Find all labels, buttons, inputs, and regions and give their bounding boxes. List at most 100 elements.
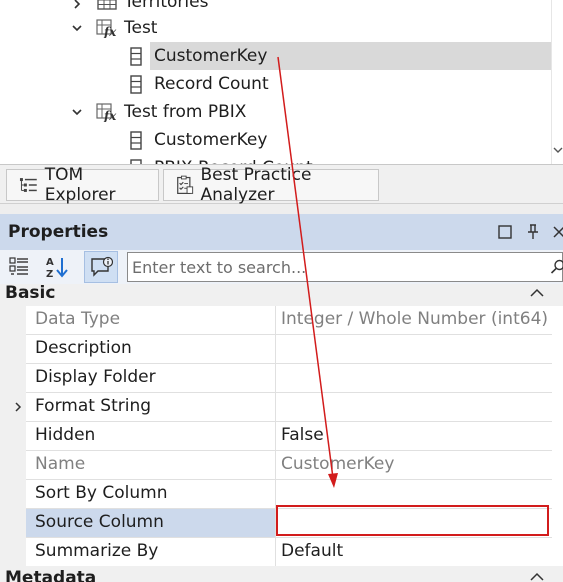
property-value-cell[interactable] — [276, 364, 552, 393]
property-name: Hidden — [35, 425, 96, 445]
row-gutter — [0, 306, 26, 335]
annotation-highlight-box — [276, 505, 549, 536]
pin-icon[interactable] — [524, 223, 542, 241]
tree-list-icon — [19, 178, 37, 192]
panel-tab-bar: TOM Explorer Best Practice Analyzer — [0, 164, 563, 205]
checklist-icon — [177, 175, 194, 194]
property-name: Display Folder — [35, 367, 156, 387]
property-name: Data Type — [35, 309, 121, 329]
tom-explorer-tree[interactable]: Territories fx Test CustomerKey Record C… — [0, 0, 563, 164]
tab-label: TOM Explorer — [44, 165, 116, 205]
property-row-name[interactable]: Name CustomerKey — [0, 451, 563, 480]
property-value-cell[interactable] — [276, 393, 552, 422]
properties-toolbar: AZ — [0, 250, 563, 284]
tab-label: Best Practice Analyzer — [200, 165, 312, 205]
svg-text:A: A — [46, 257, 54, 268]
property-value: False — [281, 425, 324, 445]
tree-item-label: Territories — [124, 0, 209, 12]
tree-item-label: CustomerKey — [154, 46, 268, 66]
close-icon[interactable] — [550, 223, 563, 241]
property-name-cell: Hidden — [26, 422, 276, 451]
categorized-icon — [9, 257, 28, 275]
tree-item-test[interactable]: fx Test — [0, 14, 551, 42]
property-name-cell: Data Type — [26, 306, 276, 335]
property-value: CustomerKey — [281, 454, 395, 474]
comment-info-icon — [91, 256, 113, 277]
chevron-up-icon[interactable] — [529, 286, 545, 300]
property-name: Description — [35, 338, 132, 358]
table-icon — [97, 0, 117, 10]
alphabetical-button[interactable]: AZ — [40, 251, 74, 283]
row-gutter — [0, 509, 26, 538]
property-value-cell[interactable]: False — [276, 422, 552, 451]
property-name: Summarize By — [35, 541, 159, 561]
row-gutter — [0, 480, 26, 509]
tree-scrollbar[interactable] — [551, 0, 563, 164]
property-row-description[interactable]: Description — [0, 335, 563, 364]
property-name: Name — [35, 454, 86, 474]
search-input[interactable] — [132, 256, 532, 278]
property-name-cell: Format String — [26, 393, 276, 422]
tree-item-label: Record Count — [154, 74, 269, 94]
tree-item-label: Test from PBIX — [124, 102, 247, 122]
property-name: Format String — [35, 396, 152, 416]
chevron-up-icon[interactable] — [529, 570, 545, 582]
property-value: Integer / Whole Number (int64) — [281, 309, 549, 329]
property-name-cell: Name — [26, 451, 276, 480]
category-label: Metadata — [5, 568, 97, 582]
category-metadata[interactable]: Metadata — [0, 566, 563, 582]
row-gutter — [0, 422, 26, 451]
categorized-button[interactable] — [2, 251, 36, 283]
splitter[interactable] — [0, 204, 563, 214]
property-row-display-folder[interactable]: Display Folder — [0, 364, 563, 393]
property-name: Sort By Column — [35, 483, 168, 503]
svg-text:fx: fx — [103, 25, 117, 38]
tree-item-label: PBIX Record Count — [154, 156, 313, 164]
tree-item-pbix-record-count[interactable]: PBIX Record Count — [0, 154, 551, 164]
property-value-cell[interactable]: Integer / Whole Number (int64) — [276, 306, 552, 335]
property-value-cell[interactable]: Default — [276, 538, 552, 567]
property-row-summarize-by[interactable]: Summarize By Default — [0, 538, 563, 567]
category-basic[interactable]: Basic — [0, 283, 563, 306]
chevron-down-icon[interactable] — [71, 106, 83, 118]
properties-header: Properties — [0, 214, 563, 250]
property-name-cell: Display Folder — [26, 364, 276, 393]
row-gutter — [0, 538, 26, 567]
property-name-cell: Summarize By — [26, 538, 276, 567]
grid-scrollbar[interactable] — [552, 306, 563, 582]
tree-item-record-count[interactable]: Record Count — [0, 70, 551, 98]
tree-item-test-from-pbix[interactable]: fx Test from PBIX — [0, 98, 551, 126]
row-gutter — [0, 364, 26, 393]
svg-text:fx: fx — [103, 109, 117, 122]
panel-title: Properties — [8, 222, 109, 242]
tree-item-customerkey-pbix[interactable]: CustomerKey — [0, 126, 551, 154]
tree-item-customerkey[interactable]: CustomerKey — [0, 42, 551, 70]
tree-item-label: Test — [124, 18, 158, 38]
property-pages-button[interactable] — [84, 251, 118, 283]
sort-az-icon: AZ — [46, 257, 68, 279]
property-name-cell: Source Column — [26, 509, 276, 538]
chevron-right-icon[interactable] — [13, 401, 23, 413]
tab-tom-explorer[interactable]: TOM Explorer — [6, 165, 159, 205]
property-row-format-string[interactable]: Format String — [0, 393, 563, 422]
calculated-table-icon: fx — [96, 19, 117, 38]
property-row-data-type[interactable]: Data Type Integer / Whole Number (int64) — [0, 306, 563, 335]
chevron-right-icon[interactable] — [71, 0, 83, 10]
chevron-down-icon[interactable] — [71, 22, 83, 34]
tab-best-practice-analyzer[interactable]: Best Practice Analyzer — [163, 165, 379, 205]
property-value: Default — [281, 541, 344, 561]
search-icon[interactable] — [550, 259, 563, 275]
calculated-table-icon: fx — [96, 103, 117, 122]
svg-text:Z: Z — [46, 269, 53, 279]
property-name-cell: Sort By Column — [26, 480, 276, 509]
property-value-cell[interactable] — [276, 335, 552, 364]
property-name: Source Column — [35, 512, 164, 532]
scroll-down-icon[interactable] — [553, 146, 563, 154]
search-box[interactable] — [127, 252, 563, 282]
property-row-hidden[interactable]: Hidden False — [0, 422, 563, 451]
row-gutter — [0, 335, 26, 364]
category-label: Basic — [5, 283, 56, 303]
property-grid: Data Type Integer / Whole Number (int64)… — [0, 306, 563, 582]
property-value-cell[interactable]: CustomerKey — [276, 451, 552, 480]
maximize-icon[interactable] — [496, 223, 514, 241]
